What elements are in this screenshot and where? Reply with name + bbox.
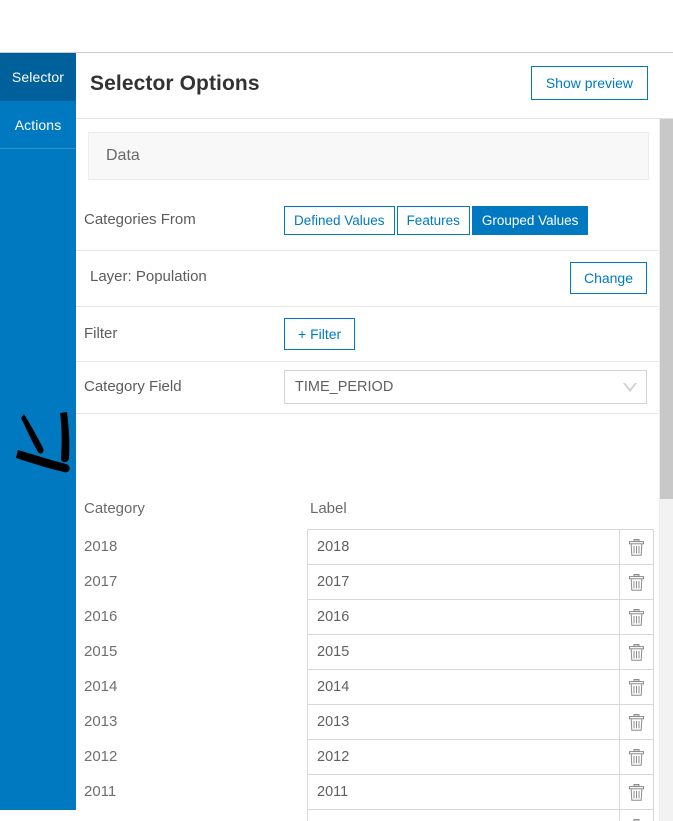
sidebar-item-selector-label: Selector xyxy=(12,69,64,85)
label-input[interactable] xyxy=(307,739,620,774)
trash-icon xyxy=(629,784,644,801)
category-table-header: Category Label xyxy=(76,494,661,529)
row-filter: Filter + Filter xyxy=(76,307,661,362)
table-row: 2017 xyxy=(76,564,661,599)
table-row: 2018 xyxy=(76,529,661,564)
delete-row-button[interactable] xyxy=(620,634,654,669)
category-field-value: TIME_PERIOD xyxy=(295,379,393,395)
category-field-label: Category Field xyxy=(84,378,182,395)
category-value: 2018 xyxy=(84,538,117,555)
delete-row-button[interactable] xyxy=(620,529,654,564)
delete-row-button[interactable] xyxy=(620,774,654,809)
category-value: 2013 xyxy=(84,713,117,730)
categories-from-label: Categories From xyxy=(84,211,196,228)
category-field-select[interactable]: TIME_PERIOD xyxy=(284,370,647,404)
label-input[interactable] xyxy=(307,704,620,739)
table-row: 2013 xyxy=(76,704,661,739)
trash-icon xyxy=(629,609,644,626)
table-row: 2010 xyxy=(76,809,661,821)
category-value: 2017 xyxy=(84,573,117,590)
data-section-title: Data xyxy=(106,147,140,165)
table-row: 2012 xyxy=(76,739,661,774)
row-categories-from: Categories From Defined Values Features … xyxy=(76,193,661,251)
table-row: 2016 xyxy=(76,599,661,634)
row-layer: Layer: Population Change xyxy=(76,251,661,307)
table-row: 2014 xyxy=(76,669,661,704)
segment-grouped-values[interactable]: Grouped Values xyxy=(472,206,589,235)
category-value: 2016 xyxy=(84,608,117,625)
table-row: 2015 xyxy=(76,634,661,669)
label-input[interactable] xyxy=(307,634,620,669)
sidebar-item-actions-label: Actions xyxy=(15,117,62,133)
trash-icon xyxy=(629,714,644,731)
label-input[interactable] xyxy=(307,564,620,599)
trash-icon xyxy=(629,539,644,556)
delete-row-button[interactable] xyxy=(620,809,654,821)
category-value: 2015 xyxy=(84,643,117,660)
delete-row-button[interactable] xyxy=(620,704,654,739)
panel-header: Selector Options Show preview xyxy=(76,53,673,119)
label-input[interactable] xyxy=(307,669,620,704)
sidebar: Selector Actions xyxy=(0,53,76,810)
label-input[interactable] xyxy=(307,774,620,809)
delete-row-button[interactable] xyxy=(620,739,654,774)
sidebar-item-actions[interactable]: Actions xyxy=(0,101,76,149)
segment-features[interactable]: Features xyxy=(397,206,470,235)
selector-options-panel: Selector Options Show preview Data Categ… xyxy=(76,53,673,821)
add-filter-button[interactable]: + Filter xyxy=(284,318,355,350)
delete-row-button[interactable] xyxy=(620,564,654,599)
category-value: 2011 xyxy=(84,783,116,800)
delete-row-button[interactable] xyxy=(620,599,654,634)
chevron-down-icon xyxy=(623,383,637,392)
table-row: 2011 xyxy=(76,774,661,809)
page-title: Selector Options xyxy=(90,72,260,96)
category-table-rows: 2018201720162015201420132012201120102009… xyxy=(76,529,661,821)
category-value: 2012 xyxy=(84,748,117,765)
change-layer-button[interactable]: Change xyxy=(570,262,647,294)
trash-icon xyxy=(629,749,644,766)
layer-label: Layer: Population xyxy=(90,268,207,285)
column-header-label: Label xyxy=(310,500,347,517)
categories-from-button-group: Defined Values Features Grouped Values xyxy=(284,206,588,235)
column-header-category: Category xyxy=(84,500,145,517)
trash-icon xyxy=(629,574,644,591)
segment-defined-values[interactable]: Defined Values xyxy=(284,206,395,235)
data-section-band: Data xyxy=(88,132,649,180)
label-input[interactable] xyxy=(307,529,620,564)
trash-icon xyxy=(629,679,644,696)
trash-icon xyxy=(629,644,644,661)
sidebar-item-selector[interactable]: Selector xyxy=(0,53,76,101)
category-value: 2014 xyxy=(84,678,117,695)
top-blank-strip xyxy=(0,0,673,52)
filter-label: Filter xyxy=(84,325,117,342)
vertical-scrollbar-thumb[interactable] xyxy=(660,119,673,499)
panel-body: Data Categories From Defined Values Feat… xyxy=(76,119,673,821)
label-input[interactable] xyxy=(307,599,620,634)
label-input[interactable] xyxy=(307,809,620,821)
row-category-field: Category Field TIME_PERIOD xyxy=(76,362,661,414)
delete-row-button[interactable] xyxy=(620,669,654,704)
show-preview-button[interactable]: Show preview xyxy=(531,66,648,100)
